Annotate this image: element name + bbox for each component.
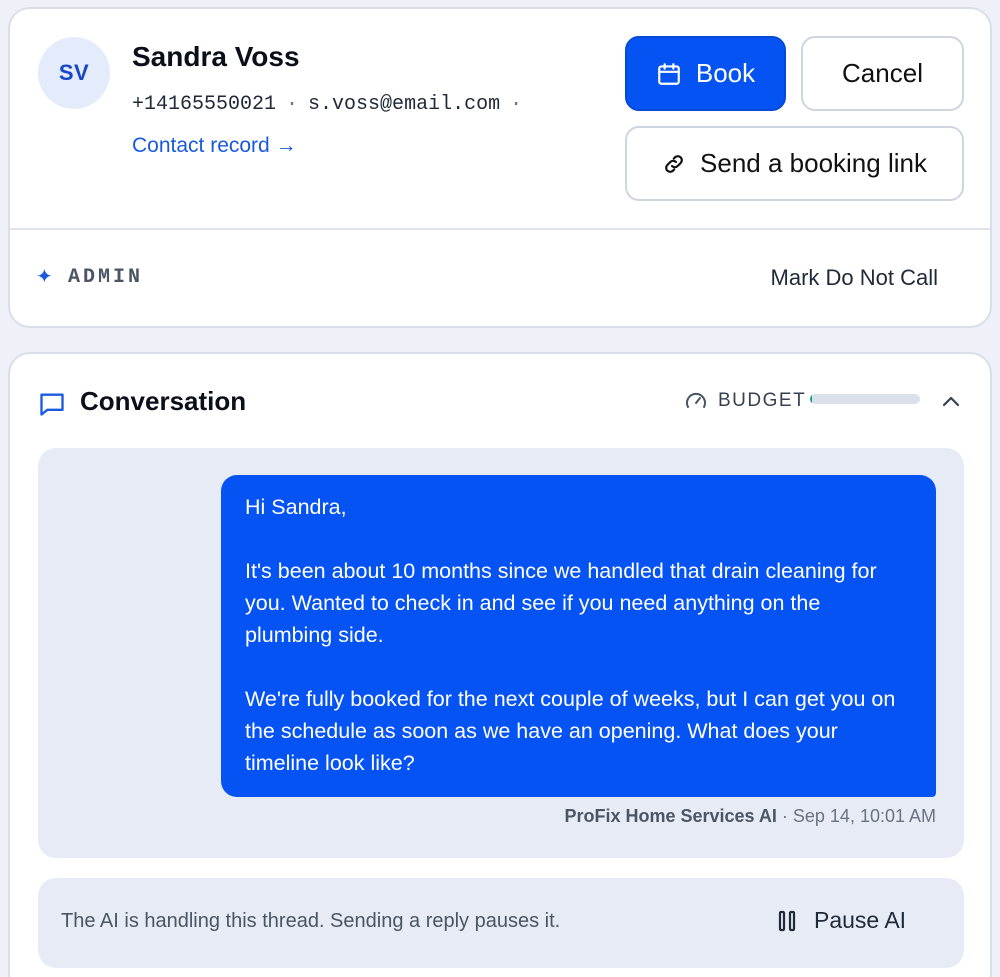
avatar: SV: [38, 37, 110, 109]
contact-meta: +14165550021 · s.voss@email.com ·: [132, 93, 532, 116]
message-meta: ProFix Home Services AI · Sep 14, 10:01 …: [564, 806, 936, 827]
cancel-button[interactable]: Cancel: [801, 36, 964, 111]
message-sender: ProFix Home Services AI: [564, 806, 777, 826]
contact-card: SV Sandra Voss +14165550021 · s.voss@email…: [8, 7, 992, 328]
send-booking-link-button[interactable]: Send a booking link: [625, 126, 964, 201]
send-booking-link-label: Send a booking link: [700, 148, 927, 178]
budget-progress-fill: [810, 394, 813, 404]
budget-label: BUDGET: [718, 390, 807, 411]
contact-name: Sandra Voss: [132, 41, 300, 72]
outgoing-message-bubble: Hi Sandra, It's been about 10 months sin…: [221, 475, 936, 797]
divider: [10, 228, 990, 230]
ai-status-note: The AI is handling this thread. Sending …: [61, 910, 561, 932]
ai-status-bar: The AI is handling this thread. Sending …: [38, 878, 964, 968]
meta-separator-trailing: ·: [510, 93, 523, 116]
link-icon: [665, 154, 683, 173]
cancel-button-label: Cancel: [842, 58, 923, 88]
pause-icon: [778, 910, 796, 931]
contact-phone[interactable]: +14165550021: [132, 93, 276, 116]
pause-ai-label: Pause AI: [814, 907, 907, 933]
gauge-icon: [686, 392, 706, 408]
message-meta-separator: ·: [781, 806, 793, 826]
message-timestamp: Sep 14, 10:01 AM: [792, 806, 936, 826]
conversation-title: Conversation: [80, 386, 247, 416]
message-paragraph: Hi Sandra,: [245, 495, 347, 519]
book-button-label: Book: [695, 58, 756, 88]
sparkle-icon: ✦: [36, 266, 53, 288]
message-paragraph: It's been about 10 months since we handl…: [245, 559, 877, 647]
book-button[interactable]: Book: [625, 36, 786, 111]
message-thread: Hi Sandra, It's been about 10 months sin…: [38, 448, 964, 858]
contact-record-link[interactable]: Contact record →: [132, 134, 297, 158]
budget-progress-bar: [810, 394, 920, 404]
conversation-card: Conversation BUDGET Hi Sandra, It's been…: [8, 352, 992, 977]
message-paragraph: We're fully booked for the next couple o…: [245, 687, 896, 775]
calendar-icon: [658, 62, 680, 85]
contact-email[interactable]: s.voss@email.com: [308, 93, 500, 116]
chat-bubble-icon: [40, 393, 64, 416]
pause-ai-button[interactable]: Pause AI: [778, 907, 906, 934]
mark-do-not-call-button[interactable]: Mark Do Not Call: [771, 265, 938, 291]
chevron-up-icon[interactable]: [940, 392, 962, 410]
admin-label: ADMIN: [68, 266, 144, 289]
meta-separator: ·: [286, 93, 299, 116]
